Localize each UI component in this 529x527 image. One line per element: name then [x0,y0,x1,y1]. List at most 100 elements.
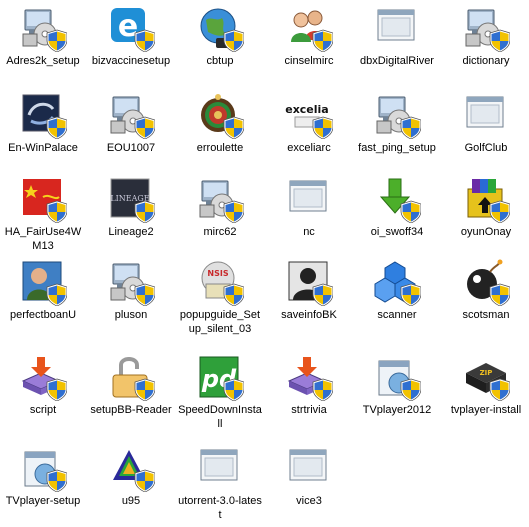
bomb-icon [462,258,510,306]
desktop-item[interactable]: dictionary [443,0,529,84]
desktop-item[interactable]: excelia exceliarc [266,87,352,171]
desktop-item-label: nc [303,226,315,238]
desktop-item-label: pluson [114,309,148,321]
desktop-item[interactable]: dbxDigitalRiver [354,0,440,84]
svg-text:NSIS: NSIS [207,269,228,278]
desktop-item[interactable]: oi_swoff34 [354,171,440,255]
globe-icon [196,4,244,52]
desktop-item-label: setupBB-Reader [90,404,172,416]
desktop-item-label: popupguide_Setup_silent_03 [179,309,261,335]
desktop-item[interactable]: pluson [88,254,174,338]
desktop-item-label: HA_FairUse4WM13 [4,226,82,252]
desktop-item-label: vice3 [296,495,322,507]
desktop-item[interactable]: perfectboanU [0,254,86,338]
lineage-icon: LINEAGE [107,175,155,223]
desktop-item[interactable]: nc [266,171,352,255]
winpalace-icon [19,91,67,139]
desktop-item-label: exceliarc [287,142,331,154]
excelia-icon: excelia [285,91,333,139]
desktop-item-label: scotsman [462,309,510,321]
zip-icon: ZIP [462,353,510,401]
desktop-item[interactable]: TVplayer-setup [0,440,86,524]
winrar-icon [462,175,510,223]
desktop-item-label: cbtup [206,55,234,67]
desktop-item[interactable]: EOU1007 [88,87,174,171]
desktop-item-label: dbxDigitalRiver [360,55,434,67]
setup-box-icon [19,444,67,492]
utorrent-icon [107,444,155,492]
desktop-item-label: Adres2k_setup [6,55,80,67]
desktop-item[interactable]: vice3 [266,440,352,524]
msi-installer-icon [285,353,333,401]
installer-cd-icon [462,4,510,52]
setup-box-icon [373,353,421,401]
desktop-item-label: perfectboanU [9,309,77,321]
desktop-item[interactable]: setupBB-Reader [88,349,174,433]
desktop-item-label: u95 [121,495,141,507]
desktop-item[interactable]: scanner [354,254,440,338]
desktop-item[interactable]: scotsman [443,254,529,338]
desktop-item-label: TVplayer-setup [5,495,81,507]
desktop-item[interactable]: Adres2k_setup [0,0,86,84]
desktop-item-label: strtrivia [291,404,327,416]
desktop-icon-grid: Adres2k_setup e bizvaccinesetup cbtup ci… [0,0,529,527]
window-app-icon [462,91,510,139]
desktop-item-label: utorrent-3.0-latest [178,495,262,521]
desktop-item[interactable]: erroulette [177,87,263,171]
desktop-item[interactable]: fast_ping_setup [354,87,440,171]
window-app-icon [285,444,333,492]
desktop-item[interactable]: script [0,349,86,433]
users-icon [285,4,333,52]
desktop-item-label: Lineage2 [108,226,154,238]
installer-cd-icon [373,91,421,139]
desktop-item-label: SpeedDownInstall [178,404,262,430]
desktop-item[interactable]: TVplayer2012 [354,349,440,433]
desktop-item[interactable]: LINEAGE Lineage2 [88,171,174,255]
svg-text:ZIP: ZIP [480,369,493,377]
desktop-item[interactable]: HA_FairUse4WM13 [0,171,86,255]
desktop-item[interactable]: cinselmirc [266,0,352,84]
desktop-item[interactable]: GolfClub [443,87,529,171]
desktop-item-label: fast_ping_setup [358,142,436,154]
desktop-item[interactable]: saveinfoBK [266,254,352,338]
desktop-item[interactable]: En-WinPalace [0,87,86,171]
nsis-icon: NSIS [196,258,244,306]
desktop-item[interactable]: utorrent-3.0-latest [177,440,263,524]
desktop-item[interactable]: oyunOnay [443,171,529,255]
desktop-item-label: erroulette [196,142,244,154]
window-app-icon [373,4,421,52]
desktop-item-label: oyunOnay [460,226,512,238]
msi-installer-icon [19,353,67,401]
installer-cd-icon [19,4,67,52]
desktop-item[interactable]: strtrivia [266,349,352,433]
installer-cd-icon [196,175,244,223]
desktop-item-label: bizvaccinesetup [91,55,171,67]
desktop-item-label: cinselmirc [284,55,334,67]
svg-text:excelia: excelia [285,103,329,116]
desktop-item[interactable]: ZIP tvplayer-install [443,349,529,433]
desktop-item[interactable]: pd SpeedDownInstall [177,349,263,433]
desktop-item-label: En-WinPalace [8,142,78,154]
pd-icon: pd [196,353,244,401]
desktop-item-label: GolfClub [464,142,508,154]
desktop-item[interactable]: e bizvaccinesetup [88,0,174,84]
ie-logo-icon: e [107,4,155,52]
silhouette-icon [285,258,333,306]
person-icon [19,258,67,306]
desktop-item-label: script [29,404,57,416]
desktop-item-label: EOU1007 [106,142,156,154]
desktop-item-label: tvplayer-install [450,404,522,416]
padlock-icon [107,353,155,401]
desktop-item[interactable]: cbtup [177,0,263,84]
desktop-item-label: oi_swoff34 [370,226,424,238]
installer-cd-icon [107,258,155,306]
flag-icon [19,175,67,223]
installer-cd-icon [107,91,155,139]
desktop-item-label: mirc62 [203,226,237,238]
desktop-item[interactable]: u95 [88,440,174,524]
desktop-item[interactable]: mirc62 [177,171,263,255]
desktop-item-label: TVplayer2012 [362,404,432,416]
window-app-icon [285,175,333,223]
blue-cubes-icon [373,258,421,306]
desktop-item[interactable]: NSIS popupguide_Setup_silent_03 [177,254,263,338]
